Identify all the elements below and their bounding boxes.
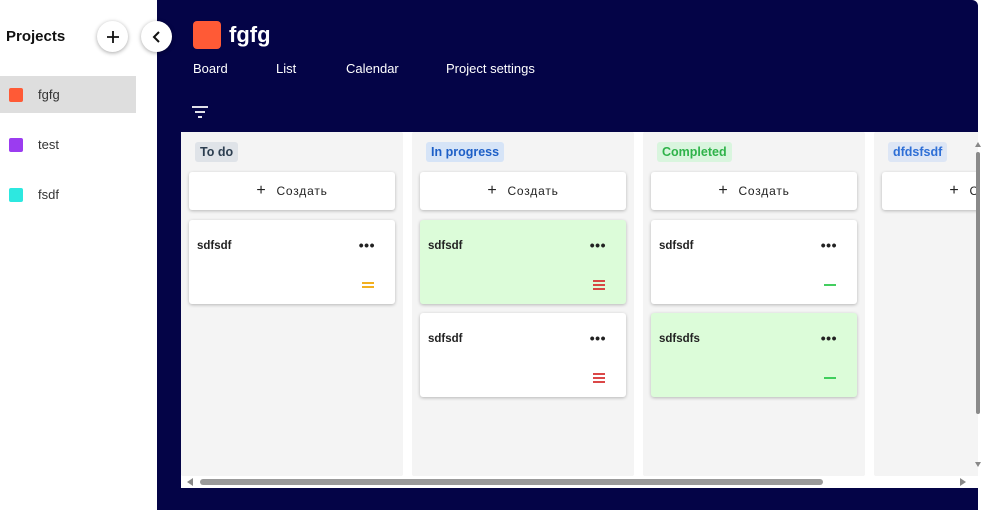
- create-task-button[interactable]: +Создать: [882, 172, 978, 210]
- more-options-icon[interactable]: •••: [821, 330, 837, 346]
- task-title: sdfsdfs: [659, 333, 700, 345]
- sidebar-project-label: fsdf: [38, 187, 59, 202]
- project-main-area: fgfg Board List Calendar Project setting…: [157, 0, 978, 510]
- horizontal-scrollbar[interactable]: [181, 476, 978, 488]
- priority-high-icon: [593, 373, 605, 383]
- column-dfdsfsdf: dfdsfsdf +Создать: [874, 132, 978, 476]
- sidebar: Projects fgfg test fsdf: [0, 0, 172, 510]
- column-title: Completed: [657, 142, 732, 162]
- column-title: To do: [195, 142, 239, 162]
- task-card[interactable]: sdfsdfs •••: [651, 313, 857, 397]
- column-to-do: To do + Создать sdfsdf •••: [181, 132, 403, 476]
- column-in-progress: In progress + Создать sdfsdf ••• sdfsdf •…: [412, 132, 634, 476]
- tab-list[interactable]: List: [276, 61, 296, 76]
- filter-icon[interactable]: [191, 105, 209, 119]
- vertical-scrollbar[interactable]: [975, 140, 981, 470]
- plus-icon: +: [718, 182, 729, 199]
- project-color-badge: [193, 21, 221, 49]
- plus-icon: +: [949, 182, 960, 199]
- priority-medium-icon: [362, 282, 374, 288]
- tab-board[interactable]: Board: [193, 61, 228, 76]
- add-project-button[interactable]: [97, 21, 128, 52]
- column-title: In progress: [426, 142, 505, 162]
- task-card[interactable]: sdfsdf •••: [420, 313, 626, 397]
- project-color-swatch: [9, 137, 23, 152]
- sidebar-project-fgfg[interactable]: fgfg: [0, 76, 136, 113]
- more-options-icon[interactable]: •••: [359, 237, 375, 253]
- project-color-swatch: [9, 187, 23, 202]
- create-label: Создать: [507, 184, 559, 198]
- create-label: Создать: [276, 184, 328, 198]
- column-completed: Completed + Создать sdfsdf ••• sdfsdfs ••…: [643, 132, 865, 476]
- more-options-icon[interactable]: •••: [590, 330, 606, 346]
- app-window: Projects fgfg test fsdf fgfg Board List …: [0, 0, 981, 510]
- create-task-button[interactable]: + Создать: [651, 172, 857, 210]
- task-card[interactable]: sdfsdf •••: [420, 220, 626, 304]
- plus-icon: [106, 30, 119, 43]
- task-title: sdfsdf: [197, 240, 232, 252]
- task-card[interactable]: sdfsdf •••: [651, 220, 857, 304]
- priority-low-icon: [824, 284, 836, 286]
- page-title: fgfg: [229, 22, 271, 47]
- more-options-icon[interactable]: •••: [821, 237, 837, 253]
- collapse-sidebar-button[interactable]: [141, 21, 172, 52]
- project-color-swatch: [9, 87, 23, 102]
- tab-calendar[interactable]: Calendar: [346, 61, 399, 76]
- task-title: sdfsdf: [659, 240, 694, 252]
- task-card[interactable]: sdfsdf •••: [189, 220, 395, 304]
- task-title: sdfsdf: [428, 240, 463, 252]
- sidebar-project-label: fgfg: [38, 87, 60, 102]
- plus-icon: +: [256, 182, 267, 199]
- sidebar-project-label: test: [38, 137, 59, 152]
- sidebar-title: Projects: [6, 28, 66, 45]
- column-title: dfdsfsdf: [888, 142, 948, 162]
- kanban-board: To do + Создать sdfsdf ••• In progress + С…: [181, 132, 978, 488]
- priority-low-icon: [824, 377, 836, 379]
- tab-project-settings[interactable]: Project settings: [446, 61, 535, 76]
- more-options-icon[interactable]: •••: [590, 237, 606, 253]
- sidebar-project-fsdf[interactable]: fsdf: [0, 176, 136, 213]
- create-task-button[interactable]: + Создать: [420, 172, 626, 210]
- create-task-button[interactable]: + Создать: [189, 172, 395, 210]
- plus-icon: +: [487, 182, 498, 199]
- task-title: sdfsdf: [428, 333, 463, 345]
- priority-high-icon: [593, 280, 605, 290]
- chevron-left-icon: [152, 30, 160, 43]
- create-label: Создать: [738, 184, 790, 198]
- sidebar-project-test[interactable]: test: [0, 126, 136, 163]
